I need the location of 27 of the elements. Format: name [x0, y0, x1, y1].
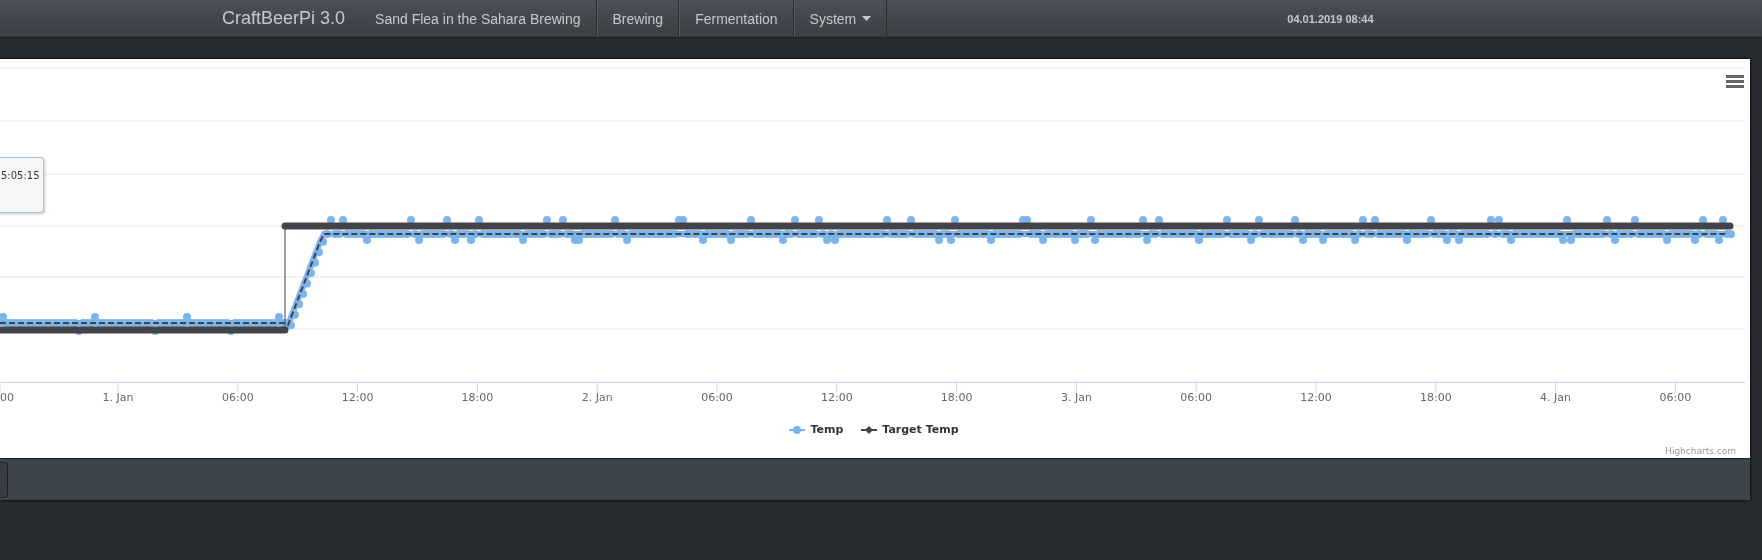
legend-item[interactable]: Temp	[789, 423, 844, 436]
axis-label: 06:00	[221, 391, 254, 404]
axis-label: 2. Jan	[581, 391, 613, 404]
menu-icon[interactable]	[1726, 75, 1744, 88]
axis-label: 4. Jan	[1540, 391, 1572, 404]
axis-label: 3. Jan	[1060, 391, 1092, 404]
axis-label: 1. Jan	[102, 391, 134, 404]
nav-link[interactable]: Sand Flea in the Sahara Brewing	[360, 0, 597, 37]
axis-label: 06:00	[701, 391, 733, 404]
caret-icon	[862, 16, 872, 21]
axis-label: 18:00	[940, 391, 973, 404]
axis-label: 00	[0, 391, 14, 404]
nav-link[interactable]: Fermentation	[679, 0, 794, 37]
dropdown-menu[interactable]: System	[793, 0, 888, 37]
axis-label: 12:00	[1300, 391, 1332, 404]
axis-label: 06:00	[1659, 391, 1692, 404]
nav-link[interactable]: Brewing	[596, 0, 680, 37]
brand-title[interactable]: CraftBeerPi 3.0	[207, 0, 361, 37]
axis-label: 06:00	[1180, 391, 1213, 404]
axis-label: 18:00	[461, 391, 494, 404]
axis-label: 12:00	[341, 391, 374, 404]
clock-text: 04.01.2019 08:44	[1287, 12, 1374, 25]
credits-link[interactable]: Highcharts.com	[1665, 446, 1736, 456]
axis-label: 18:00	[1419, 391, 1452, 404]
legend-item[interactable]: Target Temp	[861, 423, 959, 436]
tooltip-text: 5:05:15	[1, 170, 40, 181]
axis-label: 12:00	[820, 391, 853, 404]
